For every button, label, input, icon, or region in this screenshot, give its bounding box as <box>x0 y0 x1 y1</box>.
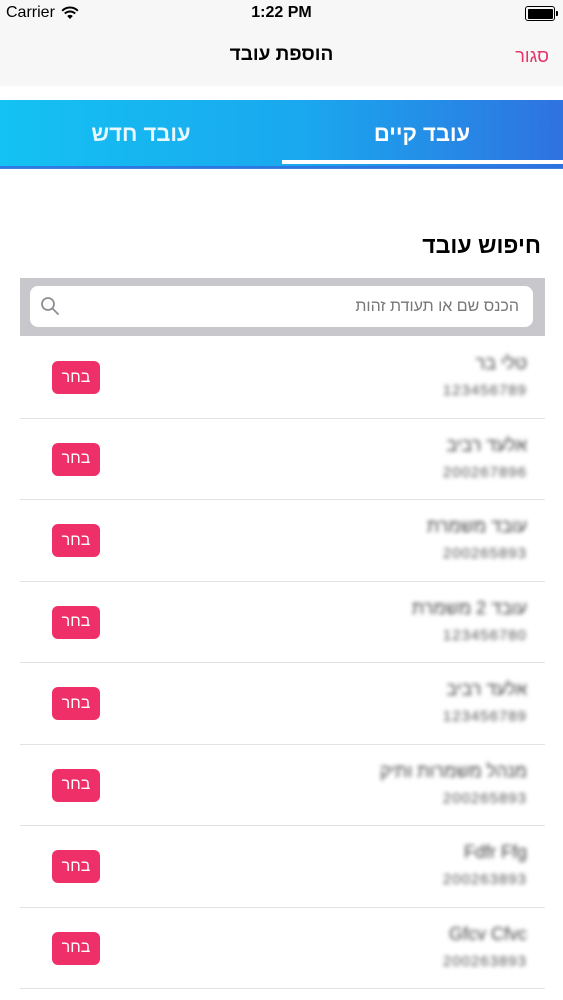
choose-button[interactable]: בחר <box>52 687 100 720</box>
tab-bar: עובד חדש עובד קיים <box>0 100 563 168</box>
page-title: הוספת עובד <box>229 44 334 65</box>
employee-list: טלי בר 123456789 בחר אלעד רביב 200267896… <box>20 337 545 989</box>
employee-name: Gfcv Cfvc <box>448 923 527 944</box>
employee-name: עובד 2 משמרת <box>411 597 527 618</box>
list-item: אלעד רביב 123456789 בחר <box>20 663 545 745</box>
list-item: מנהל משמרות ותיק 200265893 בחר <box>20 745 545 826</box>
employee-name: מנהל משמרות ותיק <box>379 760 527 781</box>
list-item: Gfcv Cfvc 200263893 בחר <box>20 908 545 989</box>
choose-button[interactable]: בחר <box>52 850 100 883</box>
choose-button[interactable]: בחר <box>52 605 100 639</box>
search-input[interactable] <box>70 286 519 327</box>
search-box <box>30 286 533 327</box>
battery-icon <box>525 6 558 21</box>
choose-button[interactable]: בחר <box>52 931 100 965</box>
tab-new-employee[interactable]: עובד חדש <box>0 100 282 168</box>
active-tab-indicator <box>282 160 563 164</box>
employee-id: 123456789 <box>442 382 527 399</box>
status-bar: Carrier 1:22 PM <box>0 0 563 28</box>
nav-bar: הוספת עובד סגור <box>0 28 563 86</box>
choose-button[interactable]: בחר <box>52 768 100 802</box>
employee-name: אלעד רביב <box>446 679 527 699</box>
tab-bar-underline <box>0 166 563 169</box>
tab-existing-employee[interactable]: עובד קיים <box>281 100 563 168</box>
employee-name: Fdfr Ffg <box>463 842 527 862</box>
employee-id: 200265893 <box>442 545 527 562</box>
search-bar <box>20 278 545 336</box>
employee-id: 200263893 <box>442 871 527 888</box>
list-item: אלעד רביב 200267896 בחר <box>20 419 545 500</box>
choose-button[interactable]: בחר <box>52 524 100 557</box>
employee-id: 200263893 <box>442 952 527 970</box>
search-icon <box>41 297 59 315</box>
list-item: טלי בר 123456789 בחר <box>20 337 545 419</box>
employee-id: 200265893 <box>442 789 527 807</box>
choose-button[interactable]: בחר <box>52 361 100 394</box>
choose-button[interactable]: בחר <box>52 442 100 476</box>
employee-id: 123456780 <box>442 626 527 644</box>
status-time: 1:22 PM <box>251 4 312 21</box>
employee-name: אלעד רביב <box>446 434 527 455</box>
close-button[interactable]: סגור <box>515 46 549 67</box>
list-item: Fdfr Ffg 200263893 בחר <box>20 826 545 908</box>
employee-id: 123456789 <box>442 708 527 725</box>
list-item: עובד 2 משמרת 123456780 בחר <box>20 582 545 663</box>
search-section-title: חיפוש עובד <box>422 232 541 258</box>
list-item: עובד משמרת 200265893 בחר <box>20 500 545 582</box>
employee-name: טלי בר <box>475 353 527 373</box>
employee-id: 200267896 <box>442 463 527 481</box>
employee-name: עובד משמרת <box>426 516 527 536</box>
